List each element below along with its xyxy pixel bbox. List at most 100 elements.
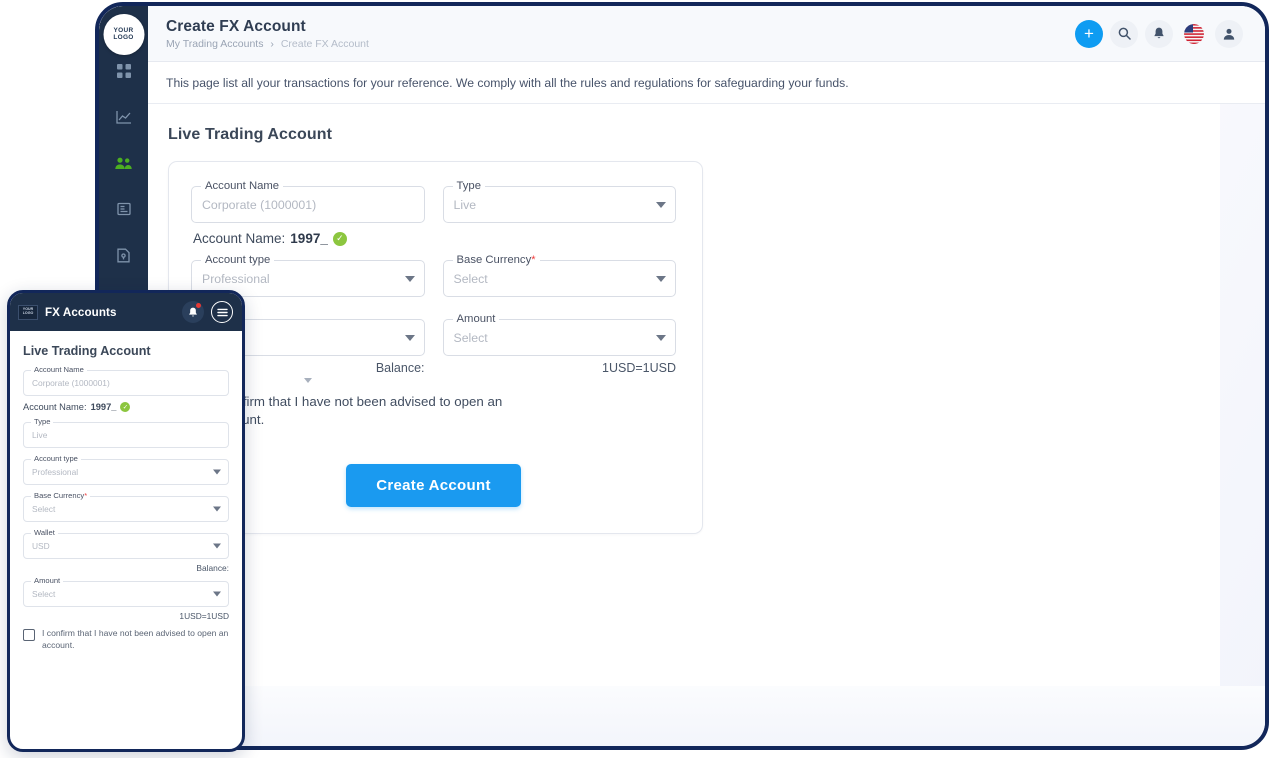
chevron-down-icon — [213, 543, 221, 549]
chevron-down-icon — [213, 506, 221, 512]
mobile-amount-label: Amount — [31, 576, 64, 585]
chevron-down-icon — [404, 334, 415, 341]
type-select[interactable]: Type Live — [442, 180, 676, 223]
people-icon — [115, 157, 132, 169]
breadcrumb: My Trading Accounts › Create FX Account — [166, 38, 1075, 50]
mobile-confirm-label: I confirm that I have not been advised t… — [42, 628, 229, 650]
mobile-account-name-readout-label: Account Name: — [23, 402, 87, 412]
mobile-logo-line-2: LOGO — [22, 311, 34, 315]
chevron-down-icon — [656, 275, 666, 282]
mobile-type-value: Live — [32, 430, 48, 440]
mobile-account-type-value: Professional — [32, 467, 79, 477]
page-title: Create FX Account — [166, 17, 306, 35]
search-button[interactable] — [1110, 19, 1138, 48]
notification-badge — [196, 303, 201, 308]
sidebar-item-news[interactable] — [111, 196, 137, 222]
search-icon — [1118, 27, 1131, 40]
chevron-down-icon — [404, 275, 415, 282]
mobile-window: YOUR LOGO FX Accounts Live Trading Accou… — [7, 290, 245, 752]
account-type-label: Account type — [201, 254, 275, 266]
mobile-notifications-button[interactable] — [182, 301, 204, 323]
mobile-type-label: Type — [31, 417, 54, 426]
base-currency-select[interactable]: Base Currency* Select — [442, 254, 676, 297]
add-icon: + — [1084, 24, 1094, 43]
breadcrumb-parent[interactable]: My Trading Accounts — [166, 38, 263, 50]
field-base-currency: Base Currency* Select — [442, 254, 676, 297]
header-title-block: Create FX Account My Trading Accounts › … — [166, 18, 1075, 50]
dashboard-icon — [116, 64, 131, 78]
form-row-1: Account Name Corporate (1000001) Type Li… — [191, 180, 676, 223]
mobile-account-type-label: Account type — [31, 454, 81, 463]
mobile-amount-select[interactable]: Amount Select — [23, 576, 229, 607]
mobile-type-input[interactable]: Type Live — [23, 417, 229, 448]
document-icon — [117, 248, 130, 262]
mobile-rate-readout: 1USD=1USD — [179, 611, 229, 621]
field-amount: Amount Select 1USD=1USD — [442, 313, 676, 383]
mobile-wallet-value: USD — [32, 541, 50, 551]
logo-line-2: LOGO — [113, 33, 134, 41]
brand-logo[interactable]: YOUR LOGO — [103, 14, 144, 55]
create-account-button[interactable]: Create Account — [346, 464, 521, 508]
field-account-name: Account Name Corporate (1000001) — [191, 180, 425, 223]
mobile-menu-button[interactable] — [211, 301, 233, 323]
chevron-down-icon — [656, 334, 666, 341]
hamburger-icon — [216, 308, 228, 316]
language-button[interactable] — [1180, 20, 1208, 48]
base-currency-value: Select — [453, 271, 488, 286]
notifications-button[interactable] — [1145, 19, 1173, 48]
footer-band — [148, 686, 1265, 746]
header-bar: Create FX Account My Trading Accounts › … — [148, 6, 1265, 62]
analytics-icon — [115, 110, 131, 124]
mobile-brand-logo[interactable]: YOUR LOGO — [18, 304, 38, 320]
amount-value: Select — [453, 330, 488, 345]
mobile-amount-value: Select — [32, 589, 56, 599]
account-name-input[interactable]: Account Name Corporate (1000001) — [191, 180, 425, 223]
account-name-value: Corporate (1000001) — [202, 197, 317, 212]
account-name-readout-value: 1997_ — [290, 231, 328, 246]
flag-icon — [1184, 23, 1204, 44]
mobile-base-currency-select[interactable]: Base Currency* Select — [23, 491, 229, 522]
user-menu-button[interactable] — [1215, 19, 1243, 48]
mobile-content: Live Trading Account Account Name Corpor… — [10, 331, 242, 661]
mobile-base-currency-value: Select — [32, 504, 56, 514]
confirm-row: I confirm that I have not been advised t… — [191, 393, 676, 428]
breadcrumb-current: Create FX Account — [280, 37, 369, 50]
field-type: Type Live — [442, 180, 676, 223]
main-content: Live Trading Account Account Name Corpor… — [148, 104, 1220, 686]
account-type-value: Professional — [202, 271, 270, 286]
mobile-confirm-checkbox[interactable] — [23, 629, 35, 641]
mobile-account-type-select[interactable]: Account type Professional — [23, 454, 229, 485]
type-value: Live — [453, 197, 477, 212]
amount-select[interactable]: Amount Select — [442, 313, 676, 356]
check-circle-icon: ✓ — [120, 402, 131, 412]
check-circle-icon: ✓ — [332, 231, 347, 246]
mobile-section-title: Live Trading Account — [23, 344, 151, 358]
bell-icon — [189, 307, 197, 316]
sidebar-item-analytics[interactable] — [111, 104, 137, 130]
mobile-account-name-readout: Account Name: 1997_ ✓ — [23, 402, 229, 412]
type-label: Type — [452, 180, 485, 192]
mobile-confirm-row: I confirm that I have not been advised t… — [23, 628, 229, 651]
mobile-account-name-value: Corporate (1000001) — [32, 378, 110, 388]
chevron-down-icon — [213, 591, 221, 597]
add-button[interactable]: + — [1075, 19, 1103, 48]
user-icon — [1223, 28, 1235, 40]
sidebar-item-dashboard[interactable] — [111, 58, 137, 84]
bell-icon — [1154, 27, 1164, 39]
news-icon — [116, 202, 131, 216]
account-name-readout: Account Name: 1997_ ✓ — [193, 231, 676, 246]
sidebar-item-documents[interactable] — [111, 242, 137, 268]
mobile-header: YOUR LOGO FX Accounts — [10, 293, 242, 331]
form-row-3: Wallet USD Balance: Amount Select — [191, 313, 676, 383]
submit-row: Create Account — [191, 464, 676, 508]
mobile-wallet-select[interactable]: Wallet USD — [23, 528, 229, 559]
sidebar-item-clients[interactable] — [111, 150, 137, 176]
chevron-down-icon — [213, 469, 221, 475]
header-actions: + — [1075, 19, 1243, 48]
info-banner: This page list all your transactions for… — [148, 62, 1265, 104]
mobile-account-name-input[interactable]: Account Name Corporate (1000001) — [23, 365, 229, 396]
account-name-readout-label: Account Name: — [193, 231, 286, 246]
mobile-wallet-label: Wallet — [31, 528, 58, 537]
account-name-label: Account Name — [201, 180, 284, 192]
confirm-label: I confirm that I have not been advised t… — [214, 394, 503, 427]
